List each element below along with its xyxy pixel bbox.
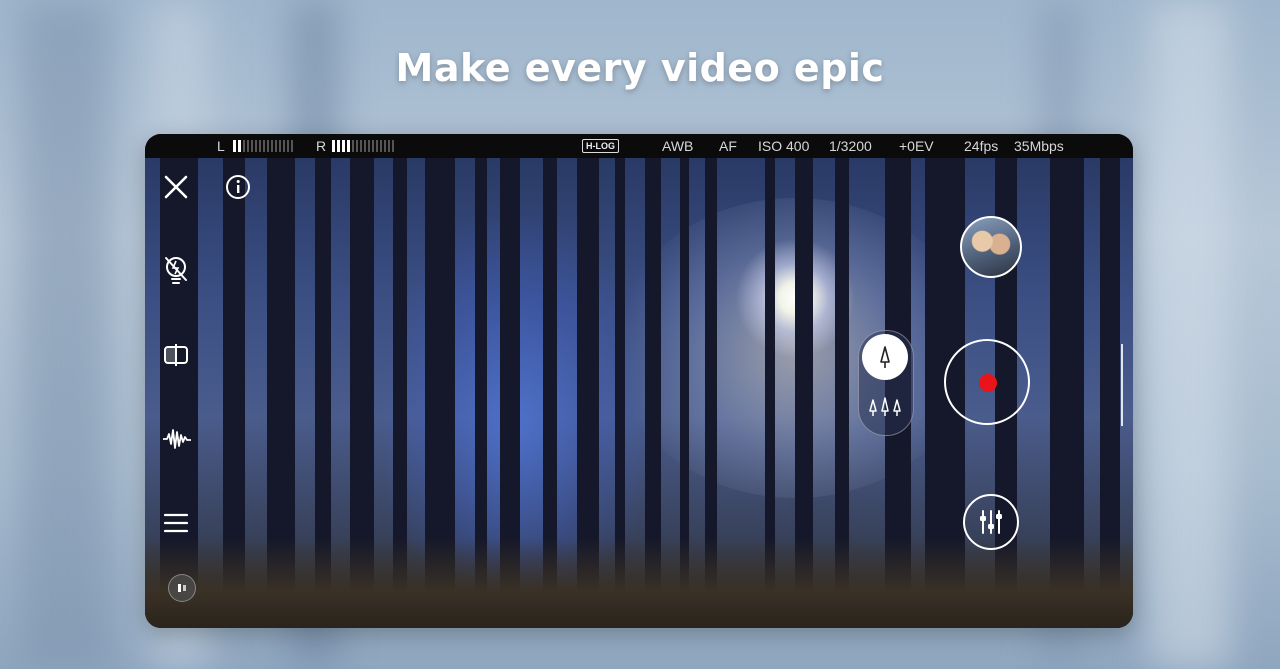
white-balance: AWB [662,138,694,154]
zoom-slider[interactable] [1121,344,1123,426]
record-button[interactable] [944,339,1030,425]
hlog-badge: H-LOG [582,139,619,153]
audio-waveform-icon [163,429,191,449]
flash-button[interactable] [161,254,191,288]
single-tree-icon [880,346,890,368]
close-button[interactable] [161,172,191,202]
close-icon [164,175,188,199]
flash-off-icon [165,257,187,284]
record-icon [979,374,997,392]
lens-single-option[interactable] [862,334,908,380]
menu-button[interactable] [161,508,191,538]
settings-button[interactable] [963,494,1019,550]
framerate: 24fps [964,138,999,154]
speaker-icon [178,584,186,592]
info-button[interactable] [223,172,253,202]
info-icon [226,175,250,199]
iso-value: ISO 400 [758,138,810,154]
phone-screen: L R H-LOG AWB AF ISO 400 1/3200 +0EV 24f… [145,134,1133,628]
gallery-thumbnail[interactable] [960,216,1022,278]
bitrate: 35Mbps [1014,138,1064,154]
forest-floor [145,538,1133,628]
lens-wide-option[interactable] [862,384,908,430]
left-channel-label: L [217,138,225,154]
sliders-icon [980,510,1002,534]
audio-monitor-button[interactable] [168,574,196,602]
trees-icon [869,397,901,416]
audio-button[interactable] [161,424,193,454]
focus-mode: AF [719,138,737,154]
right-audio-meter [332,140,394,152]
shutter-speed: 1/3200 [829,138,872,154]
flip-camera-button[interactable] [161,340,191,370]
left-audio-meter [233,140,293,152]
status-bar: L R H-LOG AWB AF ISO 400 1/3200 +0EV 24f… [145,134,1133,158]
headline: Make every video epic [395,46,885,90]
right-channel-label: R [316,138,327,154]
exposure-value: +0EV [899,138,934,154]
flip-camera-icon [164,344,188,366]
menu-icon [163,513,189,533]
